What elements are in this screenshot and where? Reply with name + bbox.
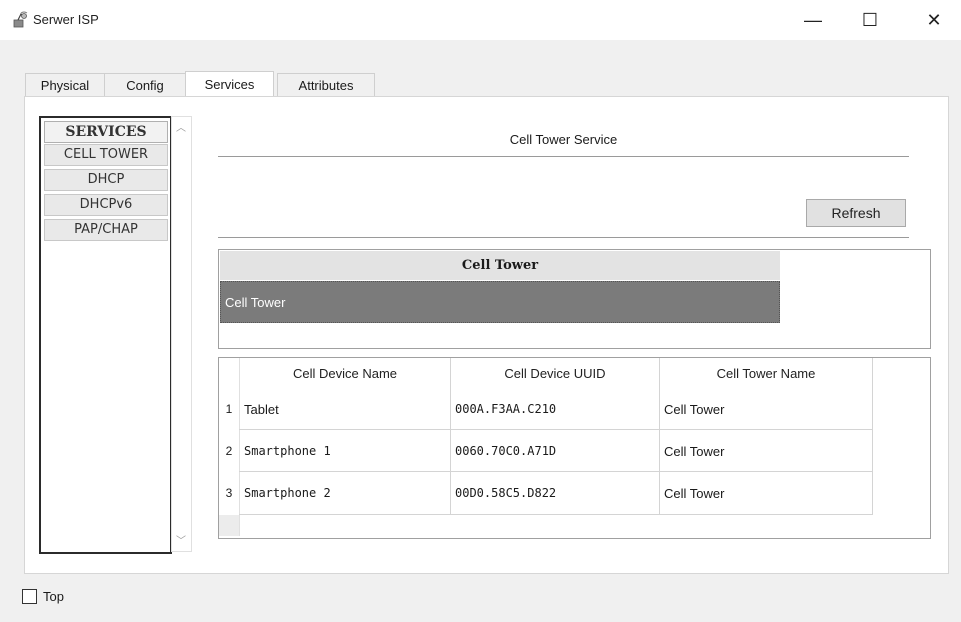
column-divider xyxy=(872,358,873,515)
row-number: 3 xyxy=(219,473,239,514)
service-item-dhcp[interactable]: DHCP xyxy=(44,169,168,191)
services-list: SERVICES CELL TOWER DHCP DHCPv6 PAP/CHAP xyxy=(39,116,172,554)
cell-tower-table: Cell Tower Cell Tower xyxy=(218,249,931,349)
minimize-icon: — xyxy=(804,9,822,30)
minimize-button[interactable]: — xyxy=(791,0,835,40)
services-scrollbar[interactable]: ︿ ﹀ xyxy=(171,116,192,552)
cell-device-uuid[interactable]: 0060.70C0.A71D xyxy=(451,431,659,472)
cell-tower-name[interactable]: Cell Tower xyxy=(660,389,872,430)
row-divider xyxy=(239,514,872,515)
top-checkbox-row[interactable]: Top xyxy=(22,589,64,604)
cell-device-name[interactable]: Tablet xyxy=(240,389,450,430)
server-app-icon xyxy=(13,11,28,28)
services-header: SERVICES xyxy=(44,121,168,143)
service-item-cell-tower[interactable]: CELL TOWER xyxy=(44,144,168,166)
top-checkbox[interactable] xyxy=(22,589,37,604)
cell-device-table: Cell Device Name Cell Device UUID Cell T… xyxy=(218,357,931,539)
title-bar: Serwer ISP — ☐ ✕ xyxy=(0,0,961,40)
window-title: Serwer ISP xyxy=(33,12,99,27)
maximize-button[interactable]: ☐ xyxy=(848,0,892,40)
column-header-device-name: Cell Device Name xyxy=(292,366,398,381)
section-title: Cell Tower Service xyxy=(509,132,618,147)
tab-physical[interactable]: Physical xyxy=(25,73,105,97)
row-number: 2 xyxy=(219,431,239,472)
cell-tower-name[interactable]: Cell Tower xyxy=(660,473,872,514)
close-button[interactable]: ✕ xyxy=(912,0,956,40)
tab-attributes[interactable]: Attributes xyxy=(277,73,375,97)
tab-services[interactable]: Services xyxy=(185,71,274,97)
column-header-tower-name: Cell Tower Name xyxy=(716,366,816,381)
service-item-pap-chap[interactable]: PAP/CHAP xyxy=(44,219,168,241)
scroll-up-icon[interactable]: ︿ xyxy=(176,119,186,134)
cell-device-name[interactable]: Smartphone 2 xyxy=(240,473,450,514)
scroll-down-icon[interactable]: ﹀ xyxy=(176,532,186,547)
service-item-dhcpv6[interactable]: DHCPv6 xyxy=(44,194,168,216)
top-checkbox-label: Top xyxy=(43,589,64,604)
refresh-button[interactable]: Refresh xyxy=(806,199,906,227)
cell-device-uuid[interactable]: 000A.F3AA.C210 xyxy=(451,389,659,430)
close-icon: ✕ xyxy=(926,9,942,30)
cell-tower-name[interactable]: Cell Tower xyxy=(660,431,872,472)
cell-tower-row[interactable]: Cell Tower xyxy=(220,281,780,323)
cell-tower-column-header: Cell Tower xyxy=(220,251,780,280)
maximize-icon: ☐ xyxy=(861,9,879,30)
divider xyxy=(218,156,909,157)
row-number: 1 xyxy=(219,389,239,430)
tab-config[interactable]: Config xyxy=(104,73,186,97)
cell-device-name[interactable]: Smartphone 1 xyxy=(240,431,450,472)
row-header-corner xyxy=(219,515,239,536)
cell-device-uuid[interactable]: 00D0.58C5.D822 xyxy=(451,473,659,514)
divider xyxy=(218,237,909,238)
column-header-device-uuid: Cell Device UUID xyxy=(504,366,606,381)
